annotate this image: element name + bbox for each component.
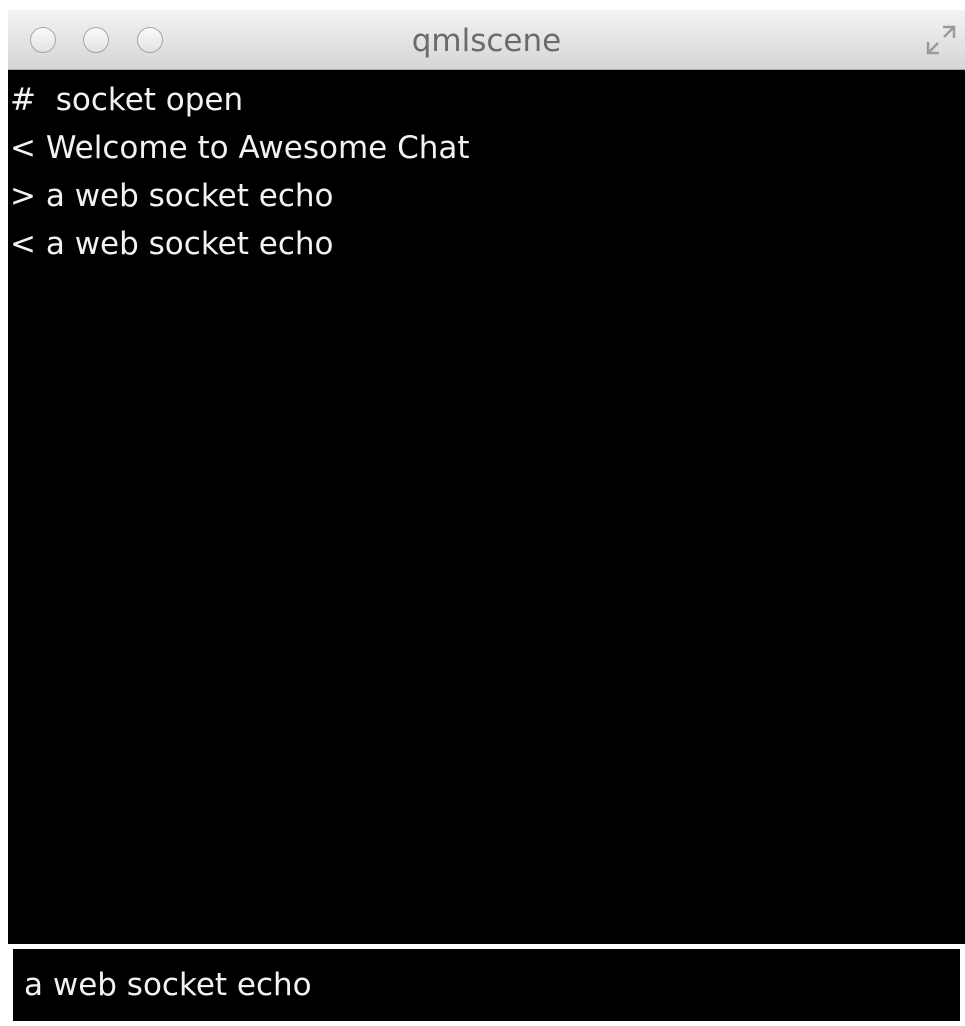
title-bar[interactable]: qmlscene xyxy=(8,10,965,70)
message-prefix: < xyxy=(10,226,36,262)
message-line: > a web socket echo xyxy=(8,172,965,220)
message-text: a web socket echo xyxy=(45,178,334,214)
message-prefix: # xyxy=(10,82,36,118)
message-input-frame: a web socket echo xyxy=(8,944,965,1026)
app-window: qmlscene # socket open < Welcome to Awes… xyxy=(8,10,965,1026)
message-prefix: < xyxy=(10,130,36,166)
message-line: # socket open xyxy=(8,76,965,124)
fullscreen-icon[interactable] xyxy=(925,22,957,58)
message-text: Welcome to Awesome Chat xyxy=(45,130,470,166)
window-title: qmlscene xyxy=(411,23,562,59)
message-line: < a web socket echo xyxy=(8,220,965,268)
message-log[interactable]: # socket open < Welcome to Awesome Chat … xyxy=(8,70,965,944)
message-input[interactable]: a web socket echo xyxy=(13,949,960,1021)
message-text: socket open xyxy=(55,82,244,118)
message-input-value[interactable]: a web socket echo xyxy=(24,967,312,1003)
message-line: < Welcome to Awesome Chat xyxy=(8,124,965,172)
message-prefix: > xyxy=(10,178,36,214)
message-text: a web socket echo xyxy=(45,226,334,262)
